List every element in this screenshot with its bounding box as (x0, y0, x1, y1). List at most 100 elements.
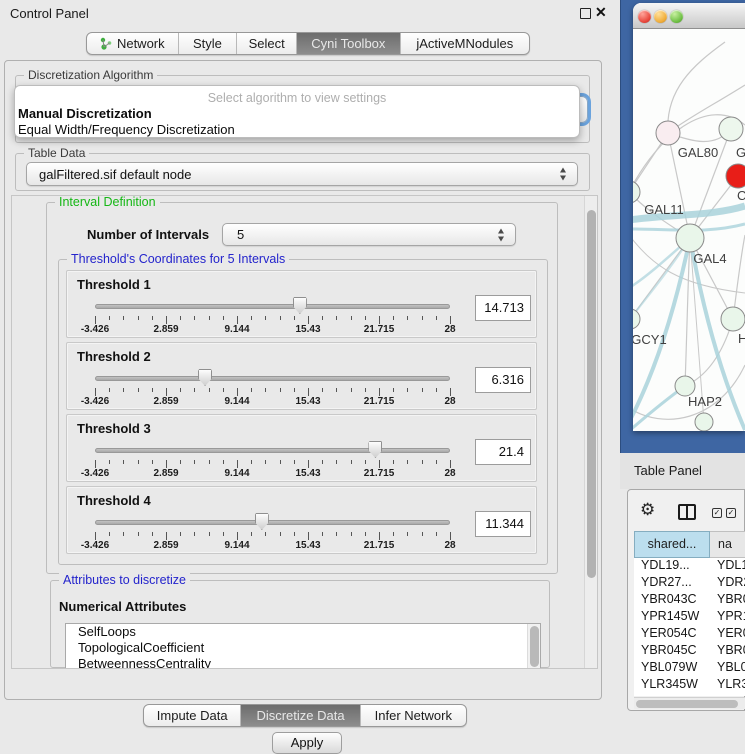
network-node[interactable] (633, 181, 640, 203)
split-columns-icon[interactable] (678, 504, 696, 520)
table-row[interactable]: YBL079WYBL07 (634, 660, 745, 677)
attribute-list-item[interactable]: TopologicalCoefficient (66, 640, 540, 656)
cell-name: YIL05 (710, 694, 745, 696)
column-header-name[interactable]: na (710, 531, 745, 558)
cell-shared-name: YBR043C (634, 592, 710, 609)
tab-select[interactable]: Select (236, 33, 296, 54)
number-of-intervals-spinner[interactable]: 5 (222, 223, 516, 246)
node-label: GAL11 (644, 202, 684, 217)
table-row[interactable]: YBR045CYBR04 (634, 643, 745, 660)
column-checkbox-icon[interactable]: ✓ (726, 508, 736, 518)
network-node[interactable] (695, 413, 713, 431)
network-window-titlebar[interactable] (633, 3, 745, 29)
table-row[interactable]: YBR043CYBR04 (634, 592, 745, 609)
slider-track[interactable] (95, 520, 450, 525)
control-panel-titlebar: Control Panel ✕ (0, 0, 620, 26)
slider-tick-labels: -3.4262.8599.14415.4321.71528 (95, 324, 450, 336)
vertical-scrollbar[interactable] (584, 196, 597, 668)
cell-shared-name: YDL19... (634, 558, 710, 575)
table-row[interactable]: YPR145WYPR14 (634, 609, 745, 626)
gear-icon[interactable]: ⚙ (640, 500, 655, 520)
slider-thumb[interactable] (255, 513, 269, 530)
cell-name: YDR27 (710, 575, 745, 592)
zoom-traffic-light[interactable] (670, 10, 683, 23)
close-traffic-light[interactable] (638, 10, 651, 23)
group-title: Interval Definition (55, 195, 160, 209)
tab-infer-network[interactable]: Infer Network (360, 705, 466, 726)
scrollbar-thumb[interactable] (636, 700, 738, 708)
tab-cyni-toolbox[interactable]: Cyni Toolbox (296, 33, 400, 54)
slider-thumb[interactable] (368, 441, 382, 458)
table-row[interactable]: YLR345WYLR34 (634, 677, 745, 694)
cell-shared-name: YIL052C (634, 694, 710, 696)
cell-name: YBR04 (710, 643, 745, 660)
cell-shared-name: YDR27... (634, 575, 710, 592)
cell-name: YBR04 (710, 592, 745, 609)
tab-impute-data[interactable]: Impute Data (144, 705, 240, 726)
network-node[interactable] (676, 224, 704, 252)
group-title: Table Data (24, 146, 89, 160)
scrollbar-thumb[interactable] (530, 626, 539, 667)
network-node[interactable] (675, 376, 695, 396)
slider-track[interactable] (95, 304, 450, 309)
tab-discretize-data[interactable]: Discretize Data (240, 705, 359, 726)
network-node[interactable] (726, 164, 745, 188)
tab-style[interactable]: Style (178, 33, 237, 54)
interval-definition-group: Interval Definition Number of Intervals … (46, 202, 558, 574)
tick-label: 15.43 (295, 540, 320, 551)
dropdown-option-manual-discretization[interactable]: Manual Discretization (15, 106, 579, 122)
spinner-value: 5 (237, 224, 244, 246)
column-header-shared-name[interactable]: shared... (634, 531, 710, 558)
threshold-value-field[interactable]: 11.344 (475, 511, 531, 537)
threshold-label: Threshold 3 (77, 421, 151, 436)
list-scrollbar[interactable] (527, 624, 540, 668)
slider-track[interactable] (95, 448, 450, 453)
scrollbar-thumb[interactable] (587, 210, 596, 578)
minimize-traffic-light[interactable] (654, 10, 667, 23)
tick-label: -3.426 (81, 396, 109, 407)
close-icon[interactable]: ✕ (595, 4, 607, 21)
threshold-value-field[interactable]: 6.316 (475, 367, 531, 393)
combobox-value: galFiltered.sif default node (39, 163, 191, 186)
control-panel-tabs: Network Style Select Cyni Toolbox jActiv… (86, 32, 530, 55)
threshold-slider[interactable] (95, 439, 450, 459)
tick-label: 15.43 (295, 468, 320, 479)
threshold-slider[interactable] (95, 295, 450, 315)
float-window-icon[interactable] (580, 8, 591, 19)
threshold-value-field[interactable]: 21.4 (475, 439, 531, 465)
tab-label: Discretize Data (256, 708, 344, 723)
column-checkbox-icon[interactable]: ✓ (712, 508, 722, 518)
dropdown-option-equal-width-frequency[interactable]: Equal Width/Frequency Discretization (15, 122, 579, 138)
network-canvas[interactable]: GAL80GACGAL11GAL4GCY1HHAP2 (633, 30, 745, 431)
table-row[interactable]: YIL052CYIL05 (634, 694, 745, 696)
tab-jactivemnodules[interactable]: jActiveMNodules (400, 33, 529, 54)
attribute-list-item[interactable]: SelfLoops (66, 624, 540, 640)
tick-label: 21.715 (364, 324, 395, 335)
table-data-group: Table Data galFiltered.sif default node (15, 153, 590, 191)
network-node[interactable] (721, 307, 745, 331)
attribute-list-item[interactable]: BetweennessCentrality (66, 656, 540, 669)
threshold-slider[interactable] (95, 367, 450, 387)
network-node[interactable] (633, 309, 640, 329)
tick-label: 21.715 (364, 540, 395, 551)
threshold-value-field[interactable]: 14.713 (475, 295, 531, 321)
group-title: Discretization Algorithm (24, 68, 157, 82)
slider-thumb[interactable] (293, 297, 307, 314)
slider-thumb[interactable] (198, 369, 212, 386)
node-label: GCY1 (633, 332, 667, 347)
tab-label: Impute Data (157, 708, 228, 723)
table-data-combobox[interactable]: galFiltered.sif default node (26, 162, 578, 186)
attributes-to-discretize-group: Attributes to discretize Numerical Attri… (50, 580, 550, 668)
horizontal-scrollbar[interactable] (634, 697, 745, 709)
threshold-slider[interactable] (95, 511, 450, 531)
tick-label: 2.859 (153, 468, 178, 479)
network-node[interactable] (656, 121, 680, 145)
slider-track[interactable] (95, 376, 450, 381)
apply-button[interactable]: Apply (272, 732, 342, 754)
table-row[interactable]: YDL19...YDL19 (634, 558, 745, 575)
tab-network[interactable]: Network (87, 33, 178, 54)
table-row[interactable]: YER054CYER05 (634, 626, 745, 643)
tick-label: 21.715 (364, 396, 395, 407)
network-node[interactable] (719, 117, 743, 141)
table-row[interactable]: YDR27...YDR27 (634, 575, 745, 592)
